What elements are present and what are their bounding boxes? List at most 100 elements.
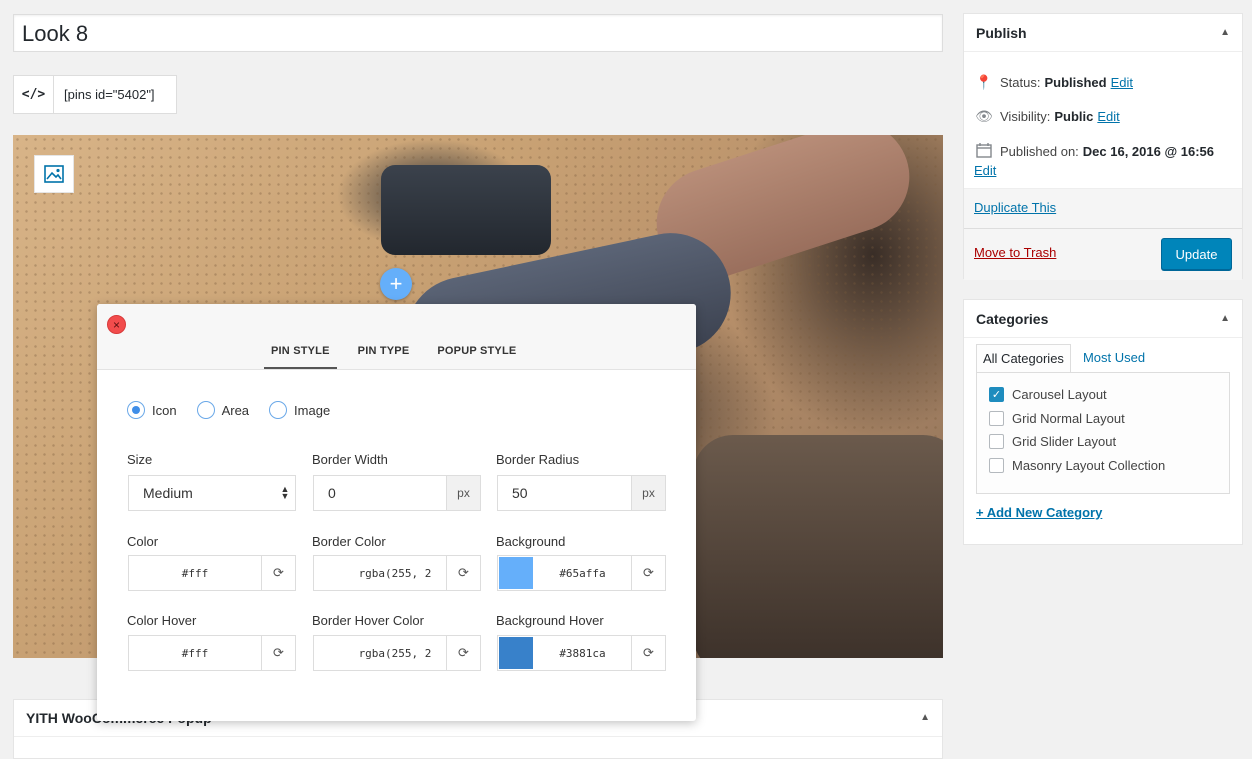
size-value: Medium — [143, 485, 193, 501]
code-icon[interactable]: </> — [14, 76, 54, 113]
border-radius-value: 50 — [512, 485, 528, 501]
visibility-row: 👁 Visibility: Public Edit — [974, 108, 1120, 125]
calendar-icon — [974, 142, 994, 161]
list-item[interactable]: ✓ Carousel Layout — [989, 383, 1217, 407]
border-hover-color-picker[interactable]: rgba(255, 2 ⟳ — [313, 635, 481, 671]
unit-label: px — [631, 476, 665, 510]
pin-marker[interactable]: + — [380, 268, 412, 300]
color-picker[interactable]: #fff ⟳ — [128, 555, 296, 591]
border-color-value[interactable]: rgba(255, 2 — [314, 556, 446, 590]
background-hover-picker[interactable]: #3881ca ⟳ — [497, 635, 666, 671]
status-row: 📍 Status: Published Edit — [974, 74, 1133, 91]
tab-pin-style[interactable]: PIN STYLE — [264, 338, 337, 369]
border-width-label: Border Width — [312, 452, 388, 467]
edit-status-link[interactable]: Edit — [1111, 75, 1133, 90]
border-width-input[interactable]: 0 px — [313, 475, 481, 511]
refresh-icon[interactable]: ⟳ — [261, 556, 295, 590]
background-hover-label: Background Hover — [496, 613, 604, 628]
radio-area[interactable]: Area — [196, 401, 250, 419]
add-new-category-link[interactable]: + Add New Category — [976, 505, 1102, 520]
visibility-label: Visibility: — [1000, 109, 1051, 124]
list-item[interactable]: Grid Normal Layout — [989, 407, 1217, 431]
shortcode-box: </> [pins id="5402"] — [13, 75, 177, 114]
background-value[interactable]: #65affa — [534, 556, 631, 590]
category-label: Masonry Layout Collection — [1012, 457, 1166, 473]
category-label: Grid Normal Layout — [1012, 410, 1125, 426]
shortcode-text[interactable]: [pins id="5402"] — [54, 76, 165, 113]
status-label: Status: — [1000, 75, 1041, 90]
refresh-icon[interactable]: ⟳ — [631, 636, 665, 670]
border-radius-input[interactable]: 50 px — [497, 475, 666, 511]
publish-box: Publish ▲ 📍 Status: Published Edit 👁 Vis… — [963, 13, 1243, 280]
collapse-arrow-icon[interactable]: ▲ — [1220, 27, 1230, 38]
category-tabs: All Categories Most Used — [976, 344, 1151, 373]
radio-button[interactable] — [196, 401, 215, 419]
background-label: Background — [496, 534, 566, 549]
tab-popup-style[interactable]: POPUP STYLE — [430, 338, 523, 369]
image-bag — [381, 165, 551, 255]
category-list: ✓ Carousel Layout Grid Normal Layout Gri… — [976, 372, 1230, 494]
image-stump — [693, 435, 943, 658]
duplicate-link[interactable]: Duplicate This — [974, 200, 1056, 215]
refresh-icon[interactable]: ⟳ — [261, 636, 295, 670]
panel-header: × PIN STYLE PIN TYPE POPUP STYLE — [97, 304, 696, 370]
list-item[interactable]: Masonry Layout Collection — [989, 454, 1217, 478]
published-label: Published on: — [1000, 144, 1079, 159]
pin-style-panel: × PIN STYLE PIN TYPE POPUP STYLE Icon Ar… — [97, 304, 696, 721]
background-hover-swatch[interactable] — [499, 637, 533, 669]
border-hover-color-label: Border Hover Color — [312, 613, 424, 628]
image-icon[interactable] — [34, 155, 74, 193]
collapse-arrow-icon[interactable]: ▲ — [1220, 313, 1230, 324]
refresh-icon[interactable]: ⟳ — [631, 556, 665, 590]
eye-icon: 👁 — [975, 108, 993, 124]
radio-icon[interactable]: Icon — [127, 401, 177, 419]
category-label: Carousel Layout — [1012, 387, 1107, 403]
pin-type-radios: Icon Area Image — [127, 401, 350, 419]
tab-most-used[interactable]: Most Used — [1077, 344, 1151, 373]
checkbox[interactable] — [989, 457, 1004, 473]
status-value: Published — [1044, 75, 1107, 90]
radio-label: Icon — [152, 402, 177, 418]
publish-title: Publish — [976, 25, 1027, 41]
post-title-input[interactable]: Look 8 — [13, 14, 943, 52]
radio-image[interactable]: Image — [269, 401, 330, 419]
move-to-trash-link[interactable]: Move to Trash — [974, 245, 1056, 260]
border-width-value: 0 — [328, 485, 336, 501]
border-radius-label: Border Radius — [496, 452, 580, 467]
refresh-icon[interactable]: ⟳ — [446, 556, 480, 590]
checkbox[interactable] — [989, 434, 1004, 450]
color-value[interactable]: #fff — [129, 556, 261, 590]
background-picker[interactable]: #65affa ⟳ — [497, 555, 666, 591]
refresh-icon[interactable]: ⟳ — [446, 636, 480, 670]
update-button[interactable]: Update — [1161, 238, 1232, 270]
select-arrows-icon: ▲ ▼ — [280, 484, 290, 501]
radio-label: Area — [221, 402, 250, 418]
radio-button[interactable] — [269, 401, 288, 419]
radio-button[interactable] — [127, 401, 145, 419]
category-label: Grid Slider Layout — [1012, 434, 1117, 450]
color-hover-picker[interactable]: #fff ⟳ — [128, 635, 296, 671]
published-value: Dec 16, 2016 @ 16:56 — [1082, 144, 1214, 159]
border-hover-color-value[interactable]: rgba(255, 2 — [314, 636, 446, 670]
background-swatch[interactable] — [499, 557, 533, 589]
collapse-arrow-icon[interactable]: ▲ — [920, 712, 930, 723]
checkbox-checked[interactable]: ✓ — [989, 387, 1004, 403]
background-hover-value[interactable]: #3881ca — [534, 636, 631, 670]
color-hover-value[interactable]: #fff — [129, 636, 261, 670]
categories-title: Categories — [976, 311, 1049, 327]
size-select[interactable]: Medium ▲ ▼ — [128, 475, 296, 511]
close-icon[interactable]: × — [107, 315, 126, 334]
border-color-picker[interactable]: rgba(255, 2 ⟳ — [313, 555, 481, 591]
checkbox[interactable] — [989, 410, 1004, 426]
color-hover-label: Color Hover — [127, 613, 197, 628]
tab-all-categories[interactable]: All Categories — [976, 344, 1071, 373]
radio-label: Image — [294, 402, 331, 418]
border-color-label: Border Color — [312, 534, 386, 549]
color-label: Color — [127, 534, 159, 549]
unit-label: px — [446, 476, 480, 510]
edit-date-link[interactable]: Edit — [974, 163, 996, 178]
edit-visibility-link[interactable]: Edit — [1097, 109, 1119, 124]
categories-box: Categories ▲ All Categories Most Used ✓ … — [963, 299, 1243, 545]
list-item[interactable]: Grid Slider Layout — [989, 430, 1217, 454]
tab-pin-type[interactable]: PIN TYPE — [351, 338, 417, 369]
